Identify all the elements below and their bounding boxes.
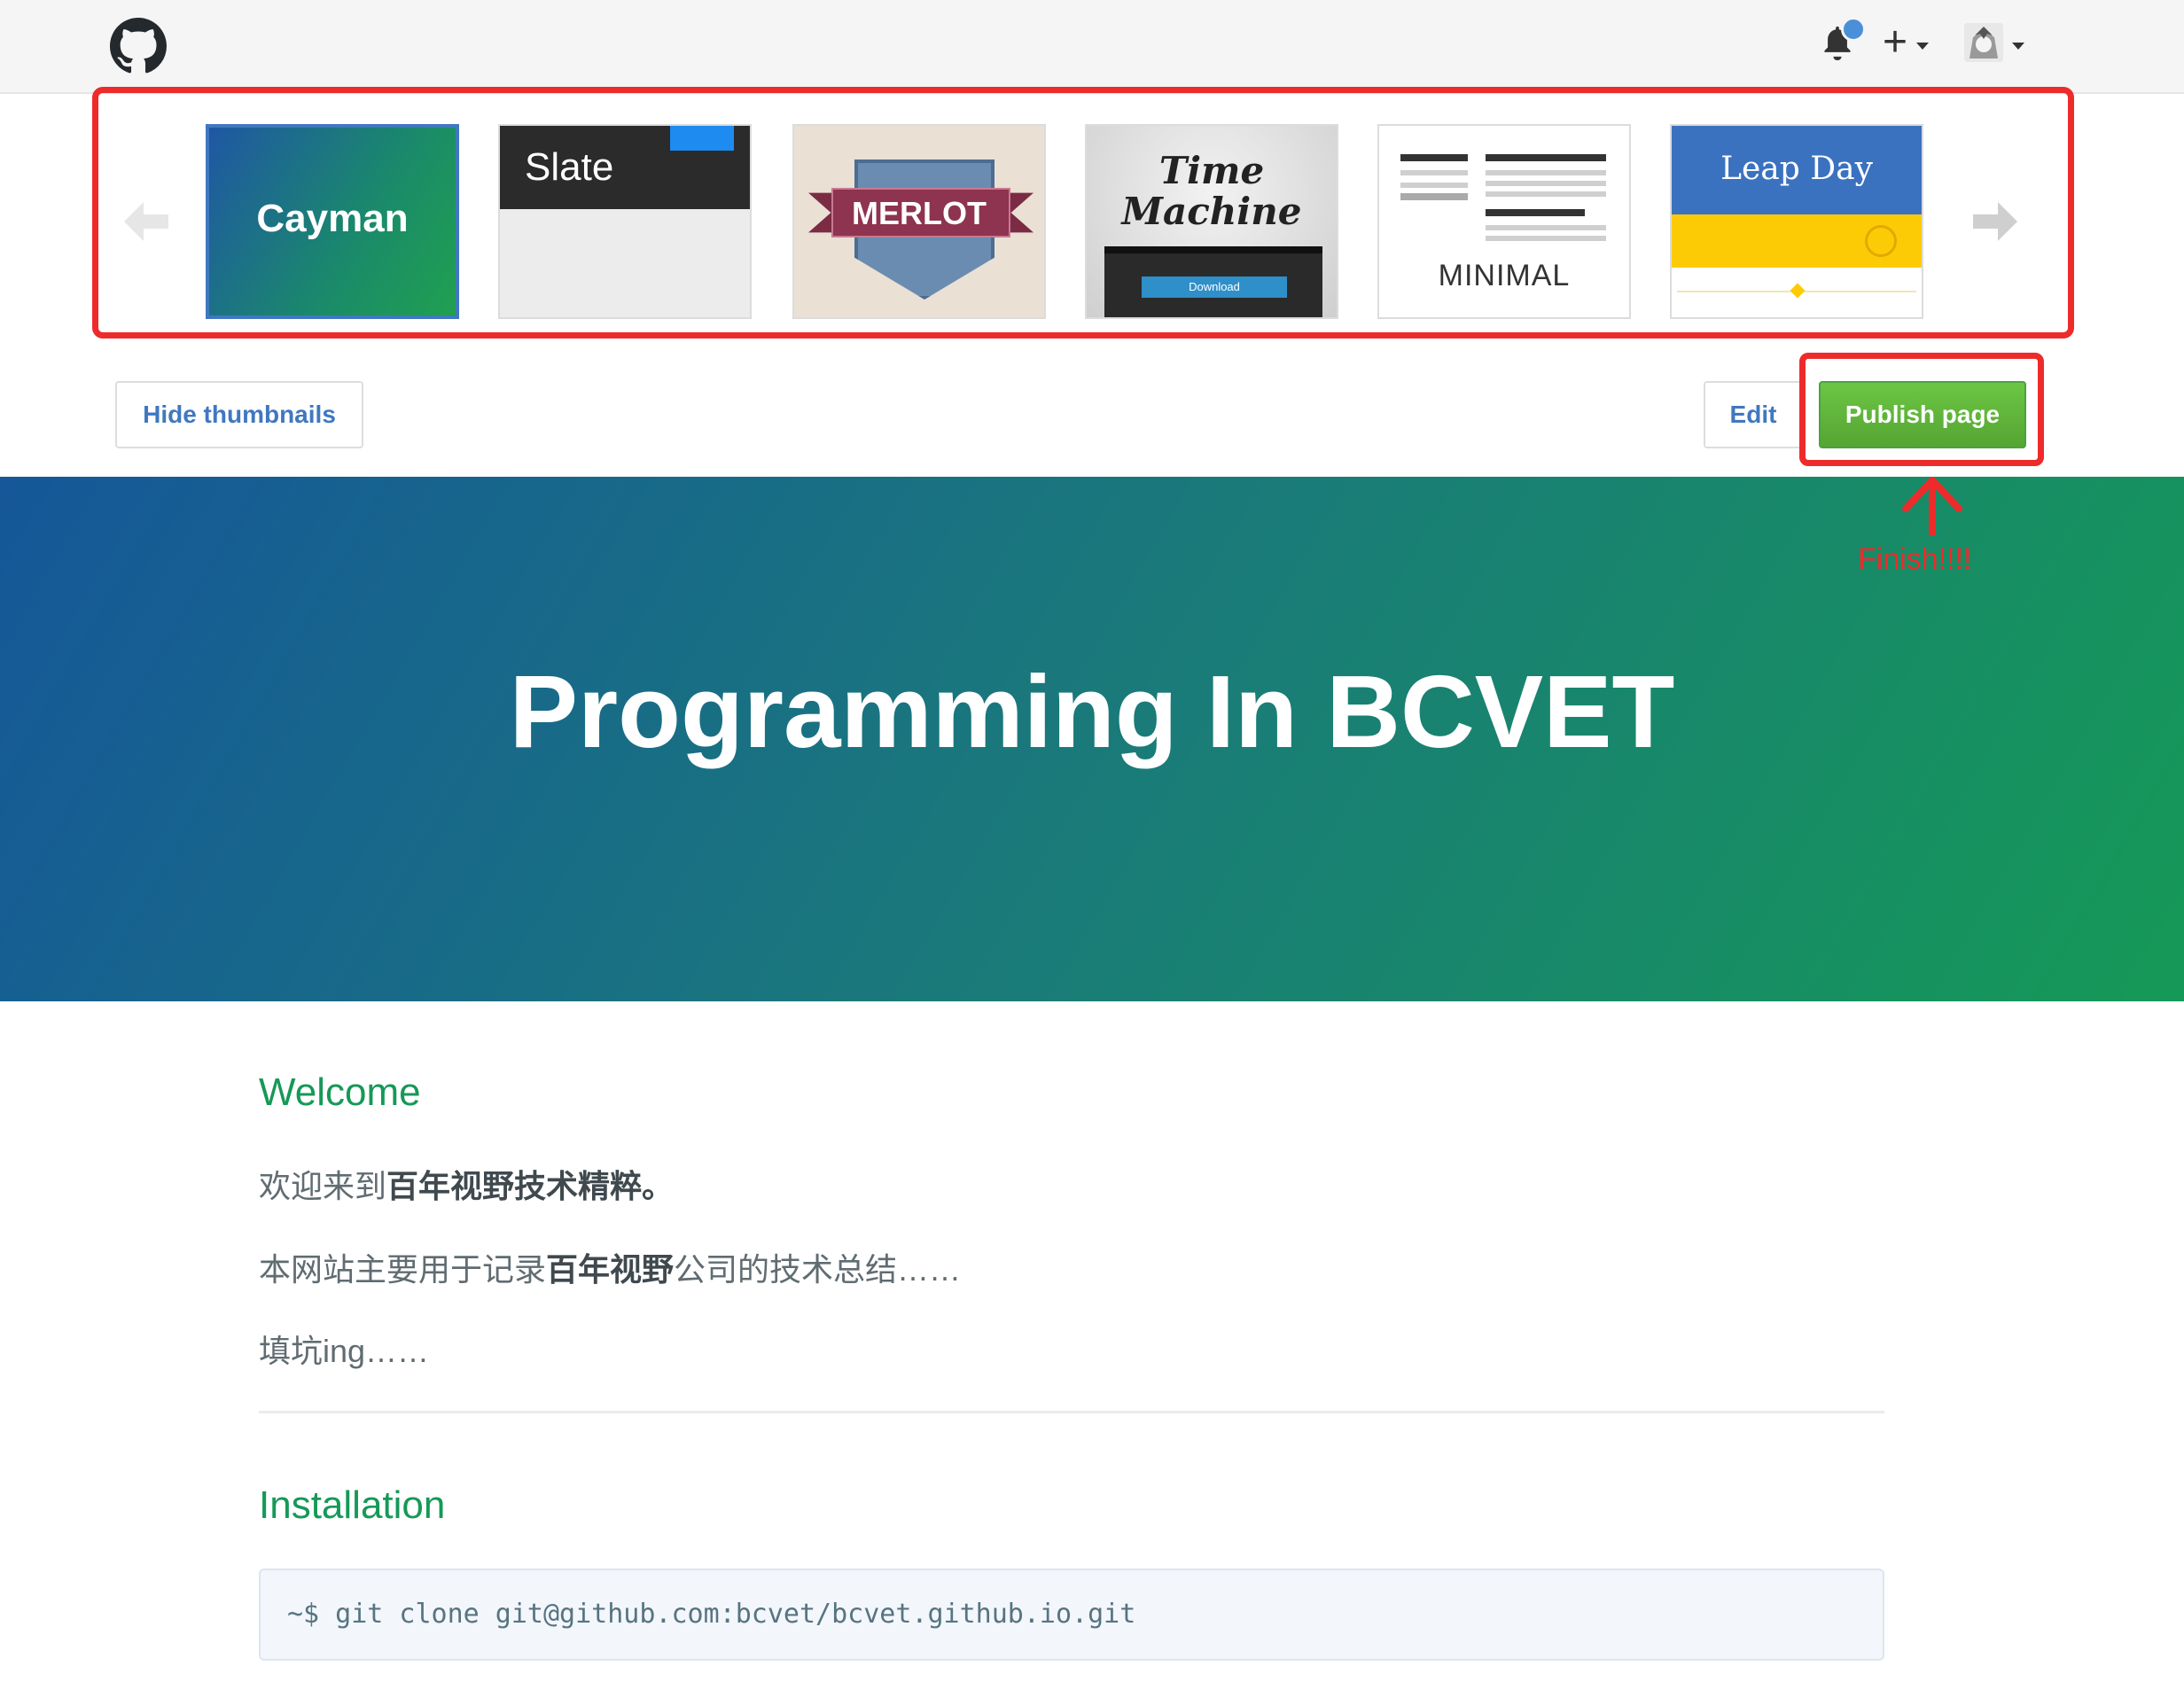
github-octocat-icon[interactable]	[110, 18, 167, 74]
top-bar	[0, 0, 2184, 94]
edit-button[interactable]: Edit	[1704, 381, 1803, 448]
section-heading-installation: Installation	[259, 1483, 446, 1527]
new-menu-button[interactable]: +	[1883, 16, 1907, 69]
page-title: Programming In BCVET	[509, 654, 1675, 769]
paragraph: 本网站主要用于记录百年视野公司的技术总结……	[259, 1244, 961, 1290]
page-hero: Programming In BCVET	[0, 477, 2184, 1001]
notification-dot	[1841, 17, 1866, 42]
annotation-label: Finish!!!!	[1858, 542, 1972, 576]
paragraph: 欢迎来到百年视野技术精粹。	[259, 1161, 674, 1207]
paragraph-bold: 百年视野技术精粹。	[386, 1168, 675, 1204]
paragraph-text: 公司的技术总结……	[674, 1251, 962, 1288]
chevron-down-icon[interactable]	[1916, 43, 1929, 50]
annotation-highlight-box	[1799, 353, 2044, 466]
section-heading-welcome: Welcome	[259, 1070, 421, 1114]
chevron-down-icon[interactable]	[2012, 43, 2024, 50]
code-block: ~$ git clone git@github.com:bcvet/bcvet.…	[259, 1568, 1884, 1661]
arrow-up-icon	[1902, 477, 1962, 535]
paragraph-bold: 百年视野	[546, 1251, 675, 1288]
hide-thumbnails-button[interactable]: Hide thumbnails	[115, 381, 363, 448]
avatar-image	[1964, 23, 2003, 62]
user-avatar[interactable]	[1964, 23, 2003, 62]
paragraph: 填坑ing……	[259, 1333, 430, 1369]
annotation-highlight-box	[92, 87, 2074, 339]
paragraph-text: 欢迎来到	[259, 1168, 387, 1204]
divider	[259, 1411, 1884, 1413]
paragraph-text: 本网站主要用于记录	[259, 1251, 547, 1288]
